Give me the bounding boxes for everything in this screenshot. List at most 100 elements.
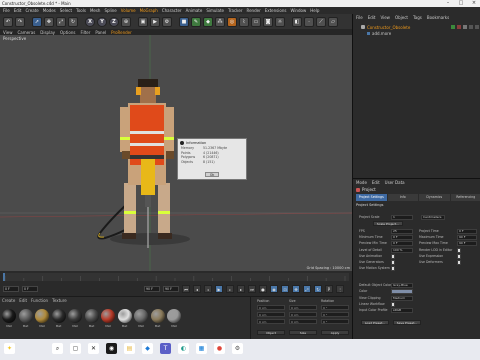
render-settings-icon[interactable]: ⚙: [162, 16, 172, 27]
viewport-menu-cameras[interactable]: Cameras: [18, 30, 36, 35]
save-preset-button[interactable]: Save Preset...: [393, 320, 421, 325]
close-icon[interactable]: ✕: [88, 343, 99, 354]
next-key-icon[interactable]: ▸: [237, 285, 245, 293]
attr-value-preview-min-time[interactable]: 0 F: [391, 241, 413, 246]
coord-field[interactable]: 0 cm: [289, 312, 317, 317]
attr-value-view-clipping[interactable]: Medium: [391, 296, 413, 301]
material-label[interactable]: Mat: [34, 324, 50, 328]
menu-item-modes[interactable]: Modes: [43, 8, 56, 13]
attr-value-maximum-time[interactable]: 90 F: [457, 235, 477, 240]
material-label[interactable]: Mat: [18, 324, 34, 328]
viewport-menu-display[interactable]: Display: [40, 30, 55, 35]
material-swatch[interactable]: [2, 309, 16, 323]
preview-end-field[interactable]: 90 F: [163, 286, 179, 292]
next-frame-icon[interactable]: ▹: [226, 285, 234, 293]
attr-checkbox-linear-workflow[interactable]: [391, 302, 395, 307]
material-tag-icon[interactable]: [463, 25, 467, 29]
attr-value-project-scale[interactable]: 1: [391, 215, 413, 220]
render-tag-icon[interactable]: [457, 25, 461, 29]
child-object-name[interactable]: add.more: [372, 31, 391, 36]
array-icon[interactable]: ⁂: [215, 16, 225, 27]
prev-key-icon[interactable]: ◂: [193, 285, 201, 293]
coord-field[interactable]: 0 cm: [257, 305, 285, 310]
subdivision-icon[interactable]: ◆: [203, 16, 213, 27]
material-label[interactable]: Mat: [133, 324, 149, 328]
viewport-menu-prorender[interactable]: ProRender: [111, 30, 132, 35]
move-icon[interactable]: ✥: [44, 16, 54, 27]
viewport-menu-panel[interactable]: Panel: [95, 30, 106, 35]
goto-start-icon[interactable]: ⏮: [182, 285, 190, 293]
menu-item-spline[interactable]: Spline: [104, 8, 116, 13]
attr-checkbox-use-animation[interactable]: [391, 254, 395, 259]
object-menu-file[interactable]: File: [356, 15, 363, 20]
coord-mode-select[interactable]: Object: [257, 330, 285, 335]
menu-item-tracker[interactable]: Tracker: [228, 8, 242, 13]
child-object-row[interactable]: add.more: [367, 31, 391, 36]
scale-project-button[interactable]: Scale Project...: [373, 221, 403, 226]
object-menu-tags[interactable]: Tags: [413, 15, 422, 20]
end-frame-field[interactable]: 90 F: [144, 286, 160, 292]
material-swatch[interactable]: [117, 309, 132, 323]
render-picture-viewer-icon[interactable]: ▶: [150, 16, 160, 27]
menu-item-help[interactable]: Help: [310, 8, 319, 13]
close-window-button[interactable]: ×: [468, 0, 480, 7]
menu-item-edit[interactable]: Edit: [14, 8, 22, 13]
minimize-button[interactable]: –: [442, 0, 454, 7]
rotation-key-icon[interactable]: ↻: [314, 285, 322, 293]
keyframe-selection-icon[interactable]: ⊡: [281, 285, 289, 293]
object-menu-bookmarks[interactable]: Bookmarks: [427, 15, 449, 20]
tab-info[interactable]: Info: [387, 194, 418, 201]
object-row[interactable]: Constructor_Obsolete: [361, 24, 479, 30]
tab-project-settings[interactable]: Project Settings: [356, 194, 387, 201]
material-menu-function[interactable]: Function: [31, 298, 48, 303]
undo-icon[interactable]: ↶: [3, 16, 13, 27]
attr-value-minimum-time[interactable]: 0 F: [391, 235, 413, 240]
material-label[interactable]: Mat: [84, 324, 100, 328]
autokey-icon[interactable]: ◉: [270, 285, 278, 293]
material-label[interactable]: Mat: [51, 324, 67, 328]
material-label[interactable]: Mat: [150, 324, 166, 328]
record-icon[interactable]: ●: [259, 285, 267, 293]
apply-button[interactable]: Apply: [321, 330, 349, 335]
cinema4d-icon[interactable]: ◉: [106, 343, 117, 354]
menu-item-select[interactable]: Select: [60, 8, 72, 13]
chrome-icon[interactable]: ●: [214, 343, 225, 354]
material-menu-texture[interactable]: Texture: [52, 298, 67, 303]
attr-value-preview-max-time[interactable]: 90 F: [457, 241, 477, 246]
coord-field[interactable]: 0 °: [321, 312, 349, 317]
attr-value-input-color-profile[interactable]: sRGB: [391, 308, 413, 313]
prev-frame-icon[interactable]: ◃: [204, 285, 212, 293]
material-menu-create[interactable]: Create: [2, 298, 15, 303]
floor-icon[interactable]: ▭: [251, 16, 261, 27]
object-name[interactable]: Constructor_Obsolete: [367, 25, 410, 30]
attr-value-level-of-detail[interactable]: 100 %: [391, 248, 413, 253]
object-menu-object[interactable]: Object: [395, 15, 408, 20]
pla-key-icon[interactable]: ⋮: [336, 285, 344, 293]
attr-checkbox-use-deformers[interactable]: [457, 260, 461, 265]
rotate-icon[interactable]: ↻: [68, 16, 78, 27]
menu-item-volume[interactable]: Volume: [121, 8, 136, 13]
vscode-icon[interactable]: ◆: [142, 343, 153, 354]
ok-button[interactable]: Ok: [205, 172, 219, 177]
redo-icon[interactable]: ↷: [15, 16, 25, 27]
material-swatch[interactable]: [101, 309, 115, 323]
material-label[interactable]: Mat: [166, 324, 182, 328]
material-swatch[interactable]: [35, 309, 49, 323]
tab-dynamics[interactable]: Dynamics: [419, 194, 450, 201]
param-key-icon[interactable]: P: [325, 285, 333, 293]
make-editable-icon[interactable]: ◧: [292, 16, 302, 27]
attr-color-swatch[interactable]: [391, 289, 413, 294]
taskview-icon[interactable]: ▢: [70, 343, 81, 354]
load-preset-button[interactable]: Load Preset...: [361, 320, 389, 325]
viewport[interactable]: Perspective Grid Spacing : 10000 cm: [0, 35, 352, 271]
coord-field[interactable]: 0 °: [321, 319, 349, 324]
menu-item-simulate[interactable]: Simulate: [206, 8, 224, 13]
attr-value-fps[interactable]: 25: [391, 229, 413, 234]
attr-checkbox-use-expression[interactable]: [457, 254, 461, 259]
material-menu-edit[interactable]: Edit: [19, 298, 27, 303]
scale-icon[interactable]: ⤢: [56, 16, 66, 27]
maximize-button[interactable]: □: [455, 0, 467, 7]
viewport-menu-view[interactable]: View: [3, 30, 13, 35]
tab-referencing[interactable]: Referencing: [450, 194, 480, 201]
viewport-menu-filter[interactable]: Filter: [80, 30, 90, 35]
